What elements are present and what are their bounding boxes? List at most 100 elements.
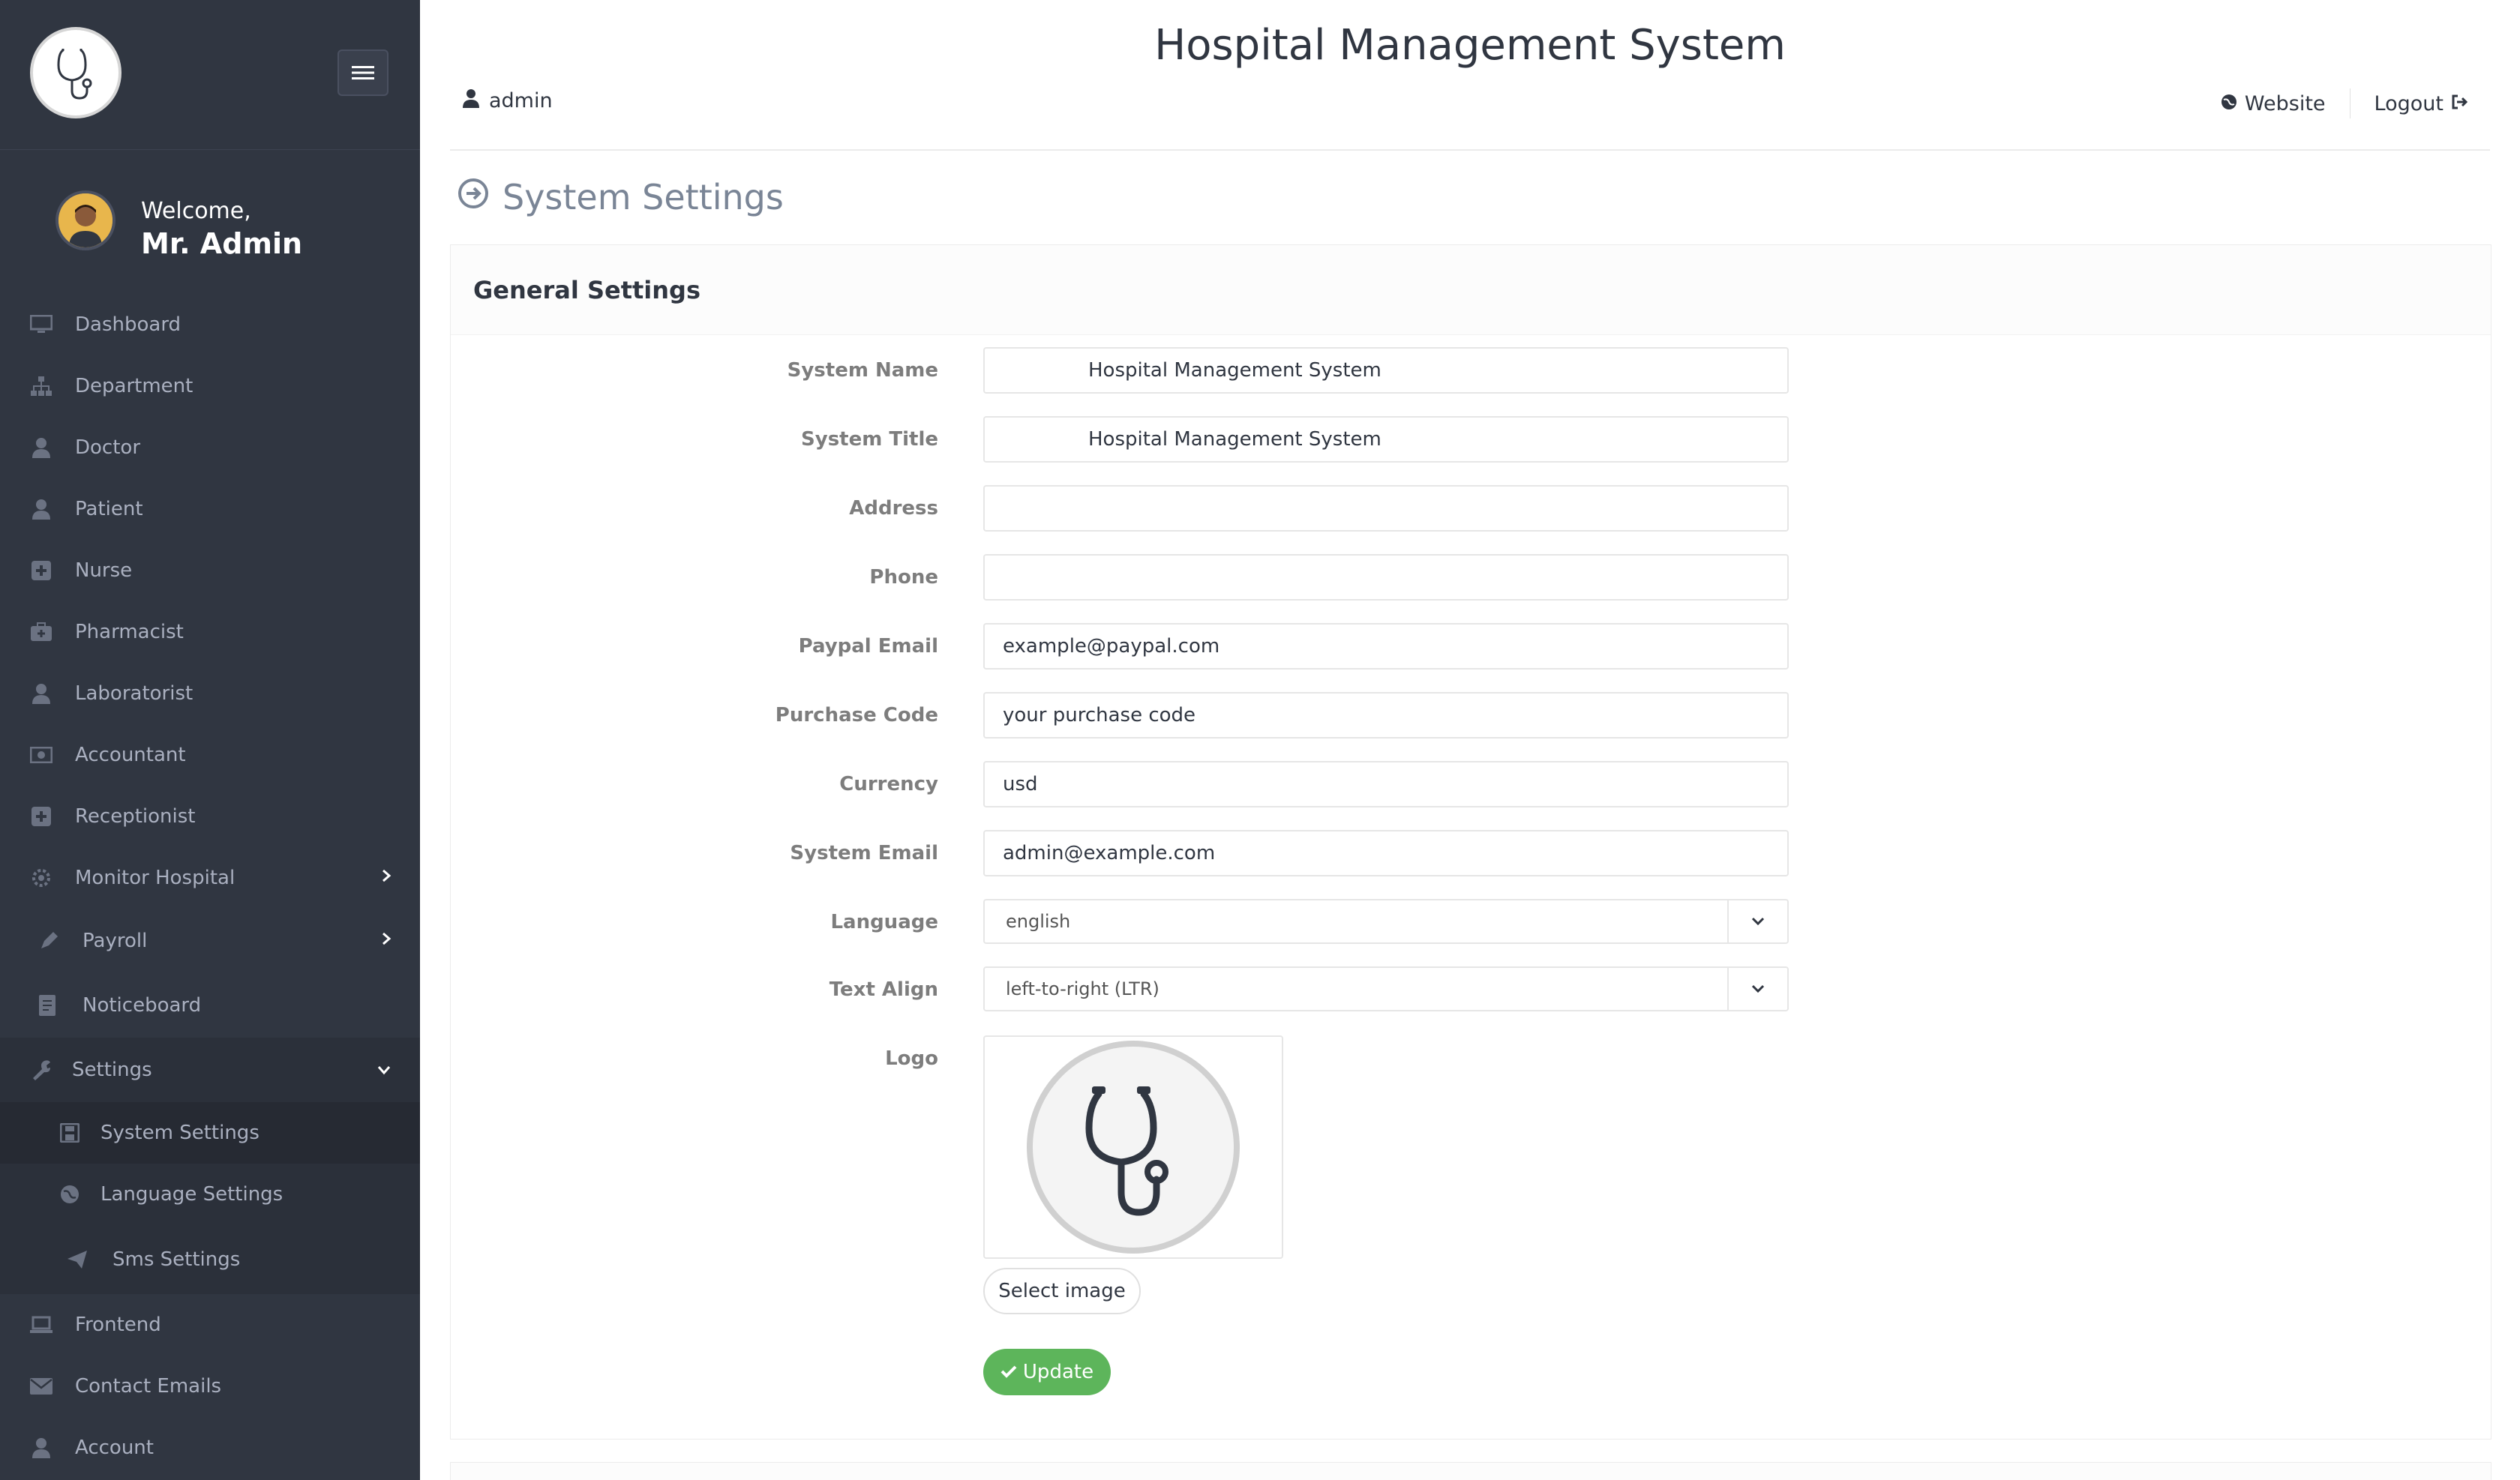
user-md-icon [30, 436, 52, 459]
laptop-icon [30, 1314, 52, 1336]
form-row-address: Address [451, 485, 2492, 532]
logo-label: Logo [885, 1047, 938, 1070]
medkit-icon [30, 621, 52, 643]
system-name-input[interactable]: Hospital Management System [983, 347, 1789, 394]
form-row-system-title: System Title Hospital Management System [451, 416, 2492, 463]
paypal-email-label: Paypal Email [798, 635, 938, 658]
sidebar-item-frontend[interactable]: Frontend [0, 1294, 420, 1356]
save-icon [58, 1122, 81, 1144]
sidebar-item-department[interactable]: Department [0, 355, 420, 417]
sidebar-item-settings[interactable]: Settings [0, 1038, 420, 1102]
user-icon [30, 498, 52, 520]
sidebar: Welcome, Mr. Admin Dashboard Department … [0, 0, 420, 1480]
chevron-down-icon [1727, 968, 1787, 1010]
text-align-select[interactable]: left-to-right (LTR) [983, 966, 1789, 1011]
system-title-label: System Title [801, 428, 938, 451]
form-row-system-email: System Email admin@example.com [451, 830, 2492, 876]
welcome-block: Welcome, Mr. Admin [0, 150, 420, 288]
form-row-language: Language english [451, 899, 2492, 945]
chevron-right-icon [381, 868, 392, 888]
panel-title: General Settings [451, 245, 2491, 335]
form-row-phone: Phone [451, 554, 2492, 601]
update-button[interactable]: Update [983, 1349, 1111, 1395]
sidebar-item-language-settings[interactable]: Language Settings [0, 1164, 420, 1225]
chevron-right-icon [381, 931, 392, 951]
website-link[interactable]: Website [2197, 92, 2350, 115]
sidebar-item-account[interactable]: Account [0, 1417, 420, 1479]
logout-icon [2451, 92, 2468, 115]
sidebar-item-system-settings[interactable]: System Settings [0, 1102, 420, 1164]
logout-link[interactable]: Logout [2350, 92, 2492, 115]
form-row-logo: Logo [451, 1035, 2492, 1082]
sidebar-item-nurse[interactable]: Nurse [0, 540, 420, 601]
user-name: admin [489, 89, 553, 112]
currency-input[interactable]: usd [983, 761, 1789, 807]
stethoscope-logo-icon[interactable] [30, 27, 122, 118]
form-row-currency: Currency usd [451, 761, 2492, 807]
hamburger-icon [352, 66, 374, 79]
main-content: Hospital Management System admin Website… [420, 0, 2520, 1480]
send-icon [66, 1248, 88, 1271]
stethoscope-logo-icon [1027, 1041, 1240, 1254]
sidebar-item-monitor-hospital[interactable]: Monitor Hospital [0, 847, 420, 909]
language-select[interactable]: english [983, 899, 1789, 944]
envelope-icon [30, 1375, 52, 1398]
purchase-code-input[interactable]: your purchase code [983, 692, 1789, 739]
chevron-down-icon [1727, 900, 1787, 942]
money-icon [30, 744, 52, 766]
purchase-code-label: Purchase Code [775, 704, 938, 727]
next-panel [450, 1462, 2492, 1480]
page-title: System Settings [458, 177, 784, 217]
system-email-input[interactable]: admin@example.com [983, 830, 1789, 876]
plus-square-icon [30, 805, 52, 828]
sidebar-item-accountant[interactable]: Accountant [0, 724, 420, 786]
system-name-label: System Name [787, 359, 938, 382]
language-label: Language [830, 911, 938, 933]
form-row-system-name: System Name Hospital Management System [451, 347, 2492, 394]
sidebar-item-doctor[interactable]: Doctor [0, 417, 420, 478]
sidebar-item-laboratorist[interactable]: Laboratorist [0, 663, 420, 724]
phone-input[interactable] [983, 554, 1789, 601]
user-icon [462, 88, 480, 113]
sidebar-nav: Dashboard Department Doctor Patient Nurs… [0, 294, 420, 1479]
logo-preview [983, 1035, 1283, 1259]
update-button-label: Update [1022, 1361, 1094, 1383]
app-title: Hospital Management System [1154, 21, 1786, 70]
welcome-username: Mr. Admin [141, 227, 303, 260]
select-image-button[interactable]: Select image [983, 1268, 1141, 1314]
form-row-paypal-email: Paypal Email example@paypal.com [451, 623, 2492, 670]
text-align-value: left-to-right (LTR) [1006, 978, 1160, 999]
system-title-input[interactable]: Hospital Management System [983, 416, 1789, 463]
sidebar-brand [0, 0, 420, 150]
sidebar-item-dashboard[interactable]: Dashboard [0, 294, 420, 355]
sidebar-item-patient[interactable]: Patient [0, 478, 420, 540]
document-icon [36, 994, 58, 1017]
wrench-icon [30, 1059, 52, 1081]
settings-submenu: System Settings Language Settings Sms Se… [0, 1102, 420, 1294]
top-links: Website Logout [2197, 88, 2492, 118]
globe-icon [58, 1183, 81, 1206]
menu-toggle-button[interactable] [338, 49, 388, 96]
welcome-label: Welcome, [141, 198, 251, 224]
check-icon [1000, 1361, 1017, 1383]
language-value: english [1006, 911, 1071, 932]
address-label: Address [849, 497, 938, 520]
sidebar-item-sms-settings[interactable]: Sms Settings [0, 1225, 420, 1294]
currency-label: Currency [839, 773, 938, 795]
avatar[interactable] [56, 190, 116, 250]
paypal-email-input[interactable]: example@paypal.com [983, 623, 1789, 670]
sidebar-item-receptionist[interactable]: Receptionist [0, 786, 420, 847]
sitemap-icon [30, 375, 52, 397]
chevron-down-icon [376, 1061, 392, 1080]
sidebar-item-noticeboard[interactable]: Noticeboard [0, 973, 420, 1038]
sidebar-item-contact-emails[interactable]: Contact Emails [0, 1356, 420, 1417]
header-divider [450, 149, 2490, 151]
sidebar-item-pharmacist[interactable]: Pharmacist [0, 601, 420, 663]
sidebar-item-payroll[interactable]: Payroll [0, 909, 420, 973]
monitor-icon [30, 313, 52, 336]
general-settings-panel: General Settings System Name Hospital Ma… [450, 244, 2492, 1440]
user-link[interactable]: admin [462, 88, 553, 113]
form-row-purchase-code: Purchase Code your purchase code [451, 692, 2492, 739]
address-input[interactable] [983, 485, 1789, 532]
plus-square-icon [30, 559, 52, 582]
